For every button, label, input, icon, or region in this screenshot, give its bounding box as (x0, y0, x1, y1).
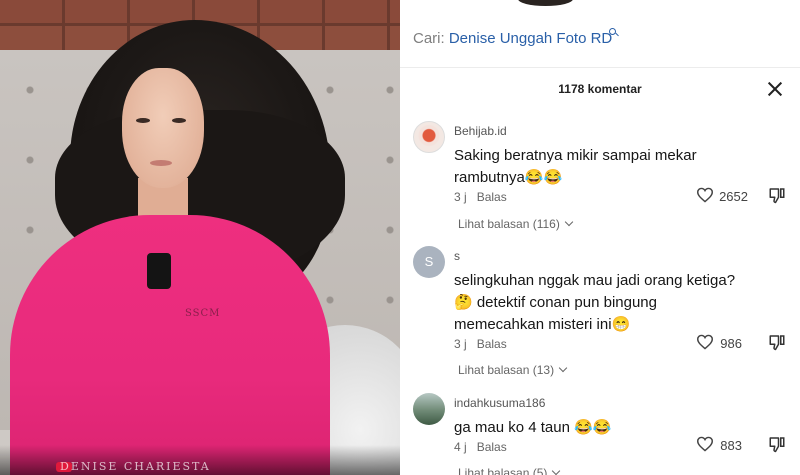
mouth (150, 160, 172, 166)
reply-button[interactable]: Balas (477, 440, 507, 454)
close-icon[interactable] (767, 81, 783, 97)
reply-button[interactable]: Balas (477, 190, 507, 204)
dislike-icon[interactable] (768, 333, 786, 351)
video-frame[interactable]: SSCM DENISE CHARIESTA (0, 0, 400, 475)
like-count: 986 (720, 336, 742, 351)
view-replies-button[interactable]: Lihat balasan (5) (458, 466, 561, 475)
comment-text: Saking beratnya mikir sampai mekar rambu… (454, 147, 697, 186)
heart-icon[interactable] (696, 436, 714, 452)
comment-count: 1178 komentar (558, 82, 642, 96)
avatar[interactable]: S (413, 246, 445, 278)
like-count: 2652 (719, 189, 748, 204)
view-replies-button[interactable]: Lihat balasan (116) (458, 217, 574, 231)
comment-username[interactable]: s (454, 249, 460, 263)
search-bar[interactable]: Cari: Denise Unggah Foto RD (400, 0, 800, 68)
search-query[interactable]: Denise Unggah Foto RD (449, 30, 612, 47)
avatar[interactable] (413, 393, 445, 425)
comment-username[interactable]: Behijab.id (454, 124, 507, 138)
view-replies-label: Lihat balasan (116) (458, 217, 560, 231)
reply-button[interactable]: Balas (477, 337, 507, 351)
view-replies-label: Lihat balasan (13) (458, 363, 555, 377)
heart-icon[interactable] (696, 187, 714, 203)
dislike-icon[interactable] (768, 435, 786, 453)
comments-panel: Cari: Denise Unggah Foto RD 1178 komenta… (400, 0, 800, 475)
right-eye (172, 118, 186, 123)
face (122, 68, 204, 188)
comment-meta: 3 j Balas (454, 190, 507, 204)
search-prefix: Cari: (413, 30, 449, 47)
search-suggestion[interactable]: Cari: Denise Unggah Foto RD (413, 30, 612, 47)
dislike-icon[interactable] (768, 186, 786, 204)
comment-time: 3 j (454, 337, 467, 351)
avatar[interactable] (413, 121, 445, 153)
shirt-print: SSCM (185, 308, 221, 319)
view-replies-label: Lihat balasan (5) (458, 466, 548, 475)
video-watermark: DENISE CHARIESTA (60, 460, 211, 473)
view-replies-button[interactable]: Lihat balasan (13) (458, 363, 568, 377)
comment-meta: 3 j Balas (454, 337, 507, 351)
comment-text: selingkuhan nggak mau jadi orang ketiga?… (454, 272, 736, 333)
chevron-down-icon (552, 466, 561, 475)
chevron-down-icon (564, 217, 574, 227)
comment-time: 3 j (454, 190, 467, 204)
chevron-down-icon (558, 363, 568, 373)
like-count: 883 (720, 438, 742, 453)
comment-username[interactable]: indahkusuma186 (454, 396, 545, 410)
comment-meta: 4 j Balas (454, 440, 507, 454)
video-hair-peek (518, 0, 573, 6)
comment-time: 4 j (454, 440, 467, 454)
left-eye (136, 118, 150, 123)
comments-header: 1178 komentar (400, 68, 800, 116)
clip-microphone (147, 253, 171, 289)
heart-icon[interactable] (696, 334, 714, 350)
search-icon[interactable] (609, 28, 616, 35)
